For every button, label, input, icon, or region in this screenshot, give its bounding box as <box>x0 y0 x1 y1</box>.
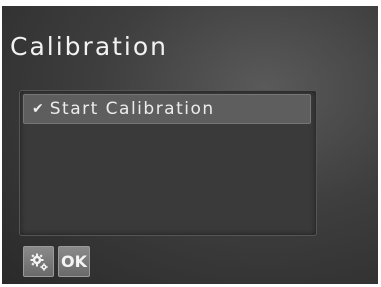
gears-icon <box>30 253 48 271</box>
ok-button[interactable]: OK <box>58 246 90 277</box>
calibration-screen: Calibration ✔ Start Calibration OK <box>2 6 378 284</box>
page-title: Calibration <box>10 32 169 61</box>
list-item-start-calibration[interactable]: ✔ Start Calibration <box>23 94 311 124</box>
options-list: ✔ Start Calibration <box>19 90 317 236</box>
settings-button[interactable] <box>23 246 54 277</box>
list-item-label: Start Calibration <box>49 99 215 119</box>
check-icon: ✔ <box>32 101 44 117</box>
